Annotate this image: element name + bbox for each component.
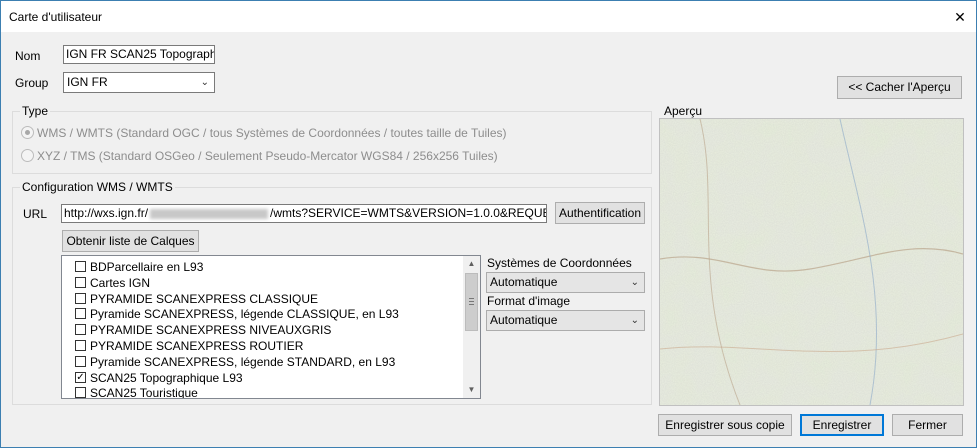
layer-item-label: PYRAMIDE SCANEXPRESS NIVEAUXGRIS	[90, 323, 332, 338]
layer-item-label: BDParcellaire en L93	[90, 260, 204, 274]
url-input[interactable]: http://wxs.ign.fr/ /wmts?SERVICE=WMTS&VER…	[61, 204, 547, 223]
authentication-button[interactable]: Authentification	[555, 202, 645, 224]
group-label: Group	[15, 76, 49, 90]
map-preview-image	[660, 119, 963, 405]
map-preview	[659, 118, 964, 406]
checkbox-icon[interactable]	[75, 292, 86, 304]
radio-wms-wmts[interactable]: WMS / WMTS (Standard OGC / tous Systèmes…	[21, 126, 507, 140]
chevron-down-icon: ⌄	[630, 277, 639, 288]
group-select-value: IGN FR	[67, 75, 108, 89]
layer-list[interactable]: BDParcellaire en L93 Cartes IGN PYRAMIDE S…	[61, 255, 481, 399]
grip-line	[469, 298, 474, 299]
hide-preview-button[interactable]: << Cacher l'Aperçu	[837, 76, 962, 99]
radio-dot-selected-icon	[21, 126, 34, 139]
checkbox-icon[interactable]	[75, 324, 86, 336]
coord-system-select[interactable]: Automatique ⌄	[486, 272, 645, 293]
layer-item-label: Pyramide SCANEXPRESS, légende CLASSIQUE,…	[90, 307, 399, 322]
layer-item[interactable]: PYRAMIDE SCANEXPRESS NIVEAUXGRIS	[75, 322, 332, 338]
url-prefix: http://wxs.ign.fr/	[64, 206, 149, 220]
preview-title: Aperçu	[664, 104, 703, 118]
window-title: Carte d'utilisateur	[9, 10, 102, 24]
layer-item-label: Cartes IGN	[90, 275, 151, 290]
layer-item-label: SCAN25 Touristique	[90, 386, 198, 399]
checkbox-icon[interactable]	[75, 308, 86, 320]
chevron-down-icon: ⌄	[630, 315, 639, 326]
radio-xyz-tms[interactable]: XYZ / TMS (Standard OSGeo / Seulement Ps…	[21, 149, 498, 163]
nom-input[interactable]: IGN FR SCAN25 Topographique	[63, 45, 215, 64]
layer-item-label: PYRAMIDE SCANEXPRESS ROUTIER	[90, 339, 304, 353]
coord-system-value: Automatique	[490, 275, 558, 289]
scroll-up-icon[interactable]: ▲	[463, 256, 480, 272]
scroll-thumb[interactable]	[465, 273, 478, 331]
url-label: URL	[23, 207, 48, 221]
type-group-title: Type	[20, 104, 51, 118]
save-copy-button[interactable]: Enregistrer sous copie	[658, 414, 792, 436]
get-layers-button[interactable]: Obtenir liste de Calques	[62, 230, 199, 252]
layer-item[interactable]: Cartes IGN	[75, 275, 151, 291]
radio-xyz-tms-label: XYZ / TMS (Standard OSGeo / Seulement Ps…	[37, 149, 498, 163]
layer-item-label: PYRAMIDE SCANEXPRESS CLASSIQUE	[90, 291, 319, 306]
radio-wms-wmts-label: WMS / WMTS (Standard OGC / tous Systèmes…	[37, 126, 507, 140]
checkbox-icon[interactable]	[75, 276, 86, 288]
layer-item-label: SCAN25 Topographique L93	[90, 370, 243, 385]
coord-system-label: Systèmes de Coordonnées	[487, 256, 632, 270]
checkbox-icon[interactable]	[75, 387, 86, 398]
checkbox-icon[interactable]	[75, 355, 86, 367]
chevron-down-icon: ⌄	[200, 77, 209, 88]
image-format-value: Automatique	[490, 313, 558, 327]
checkbox-icon[interactable]	[75, 261, 86, 272]
layer-list-scrollbar[interactable]: ▲ ▼	[463, 256, 480, 398]
checkbox-checked-icon[interactable]: ✓	[75, 371, 86, 383]
wms-config-title: Configuration WMS / WMTS	[20, 180, 175, 194]
checkbox-icon[interactable]	[75, 340, 86, 351]
layer-item[interactable]: Pyramide SCANEXPRESS, légende CLASSIQUE,…	[75, 306, 399, 322]
group-select[interactable]: IGN FR ⌄	[63, 72, 215, 93]
url-suffix: /wmts?SERVICE=WMTS&VERSION=1.0.0&REQUEST…	[270, 206, 546, 220]
layer-item[interactable]: Pyramide SCANEXPRESS, légende STANDARD, …	[75, 354, 396, 370]
radio-dot-icon	[21, 149, 34, 162]
close-icon[interactable]: ✕	[952, 9, 968, 25]
layer-item[interactable]: SCAN25 Touristique	[75, 385, 198, 399]
layer-item[interactable]: BDParcellaire en L93	[75, 259, 204, 275]
grip-line	[469, 304, 474, 305]
user-map-dialog: Carte d'utilisateur ✕ Nom IGN FR SCAN25 …	[0, 0, 977, 448]
type-group: Type	[12, 104, 652, 174]
title-bar: Carte d'utilisateur ✕	[1, 1, 976, 32]
scroll-down-icon[interactable]: ▼	[463, 382, 480, 398]
layer-item[interactable]: PYRAMIDE SCANEXPRESS ROUTIER	[75, 338, 304, 354]
layer-item[interactable]: PYRAMIDE SCANEXPRESS CLASSIQUE	[75, 291, 319, 307]
url-api-key-blurred	[150, 208, 269, 219]
image-format-select[interactable]: Automatique ⌄	[486, 310, 645, 331]
nom-label: Nom	[15, 49, 41, 63]
close-button[interactable]: Fermer	[892, 414, 963, 436]
grip-line	[469, 301, 474, 302]
layer-item[interactable]: ✓ SCAN25 Topographique L93	[75, 370, 243, 386]
image-format-label: Format d'image	[487, 294, 570, 308]
save-button[interactable]: Enregistrer	[800, 414, 884, 436]
layer-item-label: Pyramide SCANEXPRESS, légende STANDARD, …	[90, 354, 396, 369]
